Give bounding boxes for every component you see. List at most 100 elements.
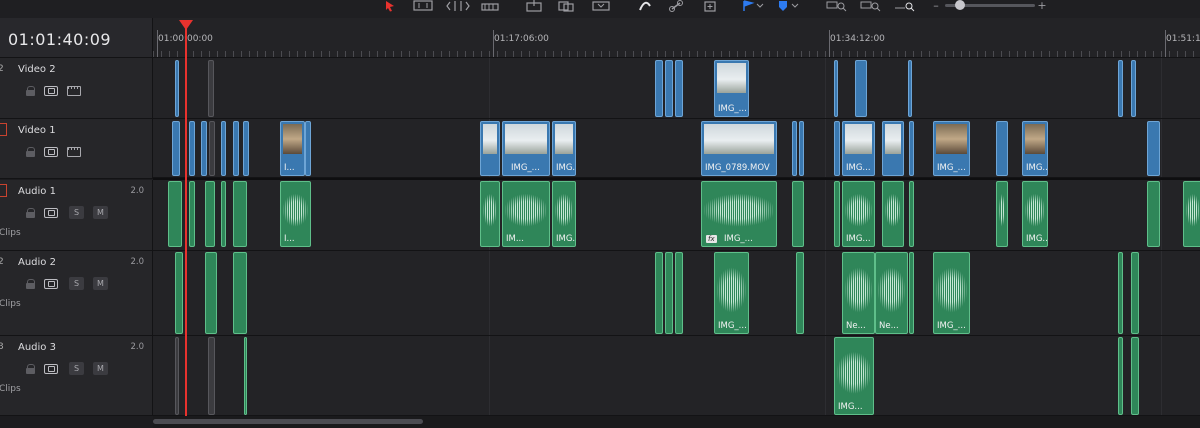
playhead[interactable] <box>185 26 187 416</box>
video-clip[interactable] <box>792 121 797 176</box>
video-clip[interactable]: IMG_... <box>933 121 970 176</box>
audio-clip[interactable]: I... <box>280 181 311 247</box>
auto-select-icon[interactable] <box>44 279 58 289</box>
audio-clip[interactable] <box>168 181 182 247</box>
track-name[interactable]: Video 2 <box>18 64 56 75</box>
disable-track-icon[interactable] <box>67 147 81 157</box>
timeline-ruler[interactable]: 01:00:00:00 01:17:06:00 01:34:12:00 01:5… <box>153 18 1200 58</box>
mute-button[interactable]: M <box>93 277 108 290</box>
track-header-audio-1[interactable]: Audio 1 2.0 S M Clips <box>0 180 153 251</box>
video-clip[interactable] <box>480 121 500 176</box>
lock-icon[interactable] <box>24 279 38 289</box>
video-clip[interactable] <box>908 60 912 117</box>
audio-clip[interactable] <box>665 252 673 334</box>
video-clip[interactable] <box>996 121 1008 176</box>
audio-clip[interactable] <box>208 337 215 415</box>
video-clip[interactable] <box>172 121 180 176</box>
audio-clip[interactable] <box>675 252 683 334</box>
audio-clip[interactable]: IMG_... <box>714 252 749 334</box>
audio-clip[interactable]: IMG_... <box>933 252 970 334</box>
solo-button[interactable]: S <box>69 362 84 375</box>
auto-select-icon[interactable] <box>44 147 58 157</box>
video-clip[interactable] <box>305 121 311 176</box>
audio-clip[interactable] <box>480 181 500 247</box>
video-clip[interactable] <box>655 60 663 117</box>
blade-tool-icon[interactable] <box>480 0 502 14</box>
video-clip[interactable]: IMG_... <box>502 121 550 176</box>
audio-clip[interactable] <box>996 181 1008 247</box>
destination-control[interactable] <box>0 184 7 197</box>
audio-clip[interactable] <box>792 181 804 247</box>
audio-clip[interactable] <box>175 337 179 415</box>
audio-clip[interactable] <box>1118 337 1123 415</box>
audio-clip[interactable] <box>221 181 226 247</box>
video-clip[interactable] <box>243 121 249 176</box>
mute-button[interactable]: M <box>93 206 108 219</box>
video-clip[interactable] <box>201 121 207 176</box>
track-lane-video-2[interactable]: IMG_... <box>153 58 1200 119</box>
video-clip[interactable] <box>1147 121 1160 176</box>
track-name[interactable]: Audio 2 <box>18 257 56 268</box>
trim-tool-icon[interactable] <box>411 0 437 14</box>
video-clip[interactable] <box>208 60 214 117</box>
video-clip[interactable] <box>675 60 683 117</box>
lock-icon[interactable] <box>24 364 38 374</box>
audio-clip[interactable] <box>655 252 663 334</box>
video-clip[interactable]: IMG... <box>1022 121 1048 176</box>
flag-icon[interactable] <box>741 0 769 14</box>
audio-clip[interactable] <box>233 181 247 247</box>
video-clip[interactable]: I... <box>280 121 305 176</box>
audio-clip[interactable]: Ne... <box>842 252 875 334</box>
zoom-slider-handle[interactable] <box>955 0 965 10</box>
audio-clip[interactable] <box>1118 252 1123 334</box>
marker-icon[interactable] <box>776 0 804 14</box>
video-clip[interactable] <box>665 60 673 117</box>
track-name[interactable]: Video 1 <box>18 125 56 136</box>
disable-track-icon[interactable] <box>67 86 81 96</box>
video-clip[interactable] <box>189 121 195 176</box>
audio-clip[interactable] <box>1183 181 1200 247</box>
video-clip[interactable] <box>209 121 215 176</box>
timecode-display[interactable]: 01:01:40:09 <box>8 30 111 49</box>
selection-tool-icon[interactable] <box>384 0 398 14</box>
audio-clip[interactable]: IMG... <box>552 181 576 247</box>
auto-select-icon[interactable] <box>44 364 58 374</box>
track-lane-video-1[interactable]: I... IMG_... IMG... IMG_0789.MOV IMG... … <box>153 119 1200 178</box>
audio-clip[interactable]: Ne... <box>875 252 908 334</box>
audio-clip[interactable] <box>189 181 195 247</box>
zoom-in-icon[interactable]: + <box>1036 0 1048 14</box>
mute-button[interactable]: M <box>93 362 108 375</box>
destination-control[interactable] <box>0 123 7 136</box>
track-name[interactable]: Audio 1 <box>18 186 56 197</box>
track-header-video-2[interactable]: 2 Video 2 <box>0 58 153 119</box>
audio-clip[interactable] <box>834 181 840 247</box>
video-clip[interactable]: IMG... <box>842 121 875 176</box>
video-clip[interactable]: IMG... <box>552 121 576 176</box>
audio-clip[interactable] <box>1131 252 1139 334</box>
audio-clip[interactable] <box>175 252 183 334</box>
video-clip[interactable] <box>221 121 226 176</box>
audio-clip[interactable] <box>244 337 247 415</box>
track-header-audio-2[interactable]: 2 Audio 2 2.0 S M Clips <box>0 251 153 336</box>
video-clip[interactable] <box>834 60 838 117</box>
video-clip[interactable]: IMG_... <box>714 60 749 117</box>
audio-clip[interactable] <box>1147 181 1160 247</box>
auto-select-icon[interactable] <box>44 208 58 218</box>
lock-icon[interactable] <box>24 86 38 96</box>
track-name[interactable]: Audio 3 <box>18 342 56 353</box>
audio-clip[interactable] <box>796 252 804 334</box>
track-lane-audio-3[interactable]: IMG... <box>153 336 1200 416</box>
zoom-custom-icon[interactable] <box>894 0 918 14</box>
video-clip[interactable] <box>233 121 239 176</box>
audio-clip[interactable] <box>882 181 904 247</box>
video-clip[interactable] <box>909 121 914 176</box>
video-clip[interactable] <box>1131 60 1136 117</box>
zoom-detail-icon[interactable] <box>860 0 884 14</box>
video-clip[interactable]: IMG_0789.MOV <box>701 121 777 176</box>
replace-clip-icon[interactable] <box>590 0 614 14</box>
insert-clip-icon[interactable] <box>524 0 546 14</box>
overwrite-clip-icon[interactable] <box>557 0 577 14</box>
lock-icon[interactable] <box>24 147 38 157</box>
solo-button[interactable]: S <box>69 277 84 290</box>
lock-icon[interactable] <box>24 208 38 218</box>
